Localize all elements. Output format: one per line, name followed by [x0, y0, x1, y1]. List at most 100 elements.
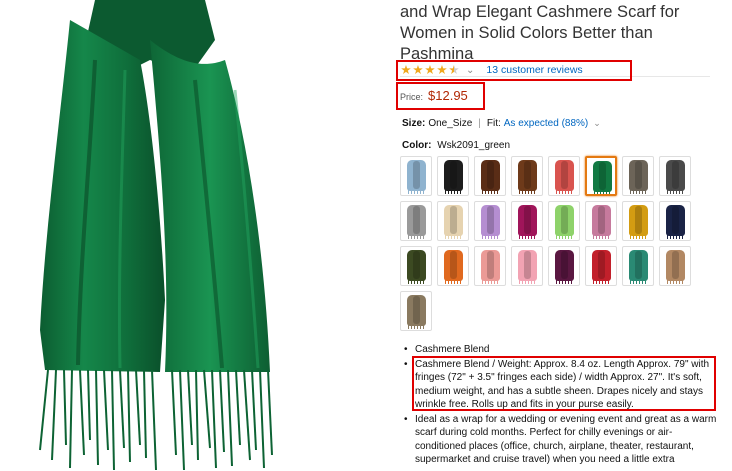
color-swatch[interactable]	[659, 246, 691, 286]
feature-bullet: • Ideal as a wrap for a wedding or evenin…	[402, 413, 722, 467]
swatch-fold	[598, 251, 605, 279]
swatch-fringe	[556, 235, 573, 239]
separator: |	[478, 118, 481, 129]
star-icon: ★	[400, 63, 412, 77]
swatch-fringe	[482, 235, 499, 239]
color-swatch[interactable]	[585, 201, 617, 241]
swatch-fold	[524, 206, 531, 234]
size-label: Size:	[402, 118, 426, 129]
swatch-fringe	[630, 280, 647, 284]
swatch-fringe	[519, 190, 536, 194]
color-row: Color: Wsk2091_green	[402, 140, 510, 151]
color-swatch[interactable]	[400, 246, 432, 286]
swatch-fringe	[593, 280, 610, 284]
swatch-fringe	[482, 190, 499, 194]
swatch-fold	[561, 206, 568, 234]
swatch-fringe	[408, 190, 425, 194]
swatch-fold	[450, 206, 457, 234]
swatch-fold	[450, 251, 457, 279]
swatch-fringe	[519, 280, 536, 284]
swatch-fold	[635, 206, 642, 234]
swatch-fold	[635, 251, 642, 279]
color-swatch[interactable]	[437, 156, 469, 196]
swatch-fringe	[556, 280, 573, 284]
fit-label: Fit:	[486, 118, 501, 129]
chevron-down-icon[interactable]: ⌄	[466, 65, 474, 76]
feature-bullet-text: Cashmere Blend / Weight: Approx. 8.4 oz.…	[415, 358, 710, 411]
swatch-fringe	[445, 190, 462, 194]
swatch-fringe	[445, 235, 462, 239]
color-swatch[interactable]	[511, 201, 543, 241]
color-swatch[interactable]	[622, 156, 654, 196]
swatch-fringe	[445, 280, 462, 284]
chevron-down-icon[interactable]: ⌄	[593, 118, 601, 129]
color-swatch[interactable]	[474, 201, 506, 241]
feature-bullet-text: Ideal as a wrap for a wedding or evening…	[415, 413, 717, 466]
color-swatch[interactable]	[400, 291, 432, 331]
swatch-fold	[487, 251, 494, 279]
feature-bullet: • Cashmere Blend / Weight: Approx. 8.4 oz…	[402, 358, 722, 412]
swatch-fringe	[667, 235, 684, 239]
color-swatch[interactable]	[622, 246, 654, 286]
swatch-fringe	[408, 280, 425, 284]
color-swatch[interactable]	[585, 246, 617, 286]
swatch-fringe	[482, 280, 499, 284]
feature-bullet-text: Cashmere Blend	[415, 344, 490, 355]
swatch-fringe	[408, 235, 425, 239]
color-swatch[interactable]	[400, 156, 432, 196]
star-icon: ★	[424, 63, 436, 77]
customer-reviews-link[interactable]: 13 customer reviews	[486, 64, 582, 76]
color-swatch[interactable]	[548, 156, 580, 196]
feature-bullet: • Cashmere Blend	[402, 343, 722, 357]
swatch-fold	[672, 206, 679, 234]
color-swatch[interactable]	[400, 201, 432, 241]
price-label: Price:	[400, 92, 424, 102]
swatch-fold	[487, 161, 494, 189]
swatch-fringe	[408, 325, 425, 329]
size-value: One_Size	[428, 118, 473, 129]
star-icon: ★	[436, 63, 448, 77]
swatch-fold	[561, 251, 568, 279]
bullet-dot: •	[404, 413, 408, 425]
half-star-icon: ★	[448, 63, 460, 77]
color-swatch[interactable]	[622, 201, 654, 241]
color-value: Wsk2091_green	[437, 140, 511, 151]
size-row: Size: One_Size | Fit: As expected (88%) …	[402, 118, 601, 129]
color-swatch[interactable]	[548, 246, 580, 286]
color-swatch[interactable]	[437, 201, 469, 241]
color-swatch[interactable]	[511, 156, 543, 196]
swatch-fold	[561, 161, 568, 189]
swatch-fold	[413, 296, 420, 324]
fit-link[interactable]: As expected (88%)	[504, 118, 589, 129]
swatch-fold	[413, 206, 420, 234]
swatch-fringe	[630, 235, 647, 239]
color-swatch[interactable]	[511, 246, 543, 286]
swatch-fringe	[556, 190, 573, 194]
color-swatch[interactable]	[437, 246, 469, 286]
product-image[interactable]	[0, 0, 345, 471]
product-title: and Wrap Elegant Cashmere Scarf for Wome…	[400, 3, 680, 63]
color-swatch[interactable]	[659, 156, 691, 196]
swatch-fringe	[667, 190, 684, 194]
color-swatch[interactable]	[474, 156, 506, 196]
swatch-fringe	[667, 280, 684, 284]
price-row: Price: $12.95	[400, 88, 468, 104]
color-swatch[interactable]	[659, 201, 691, 241]
star-icon: ★	[412, 63, 424, 77]
swatch-fringe	[519, 235, 536, 239]
star-rating[interactable]: ★ ★ ★ ★ ★	[400, 63, 460, 77]
color-swatch[interactable]	[548, 201, 580, 241]
color-label: Color:	[402, 140, 432, 151]
swatch-fold	[524, 161, 531, 189]
color-swatch[interactable]	[585, 156, 617, 196]
swatch-fringe	[593, 235, 610, 239]
swatch-fold	[598, 206, 605, 234]
swatch-fold	[450, 161, 457, 189]
swatch-fringe	[594, 191, 611, 194]
product-info-panel: and Wrap Elegant Cashmere Scarf for Wome…	[400, 0, 732, 471]
swatch-fold	[672, 251, 679, 279]
swatch-fold	[413, 251, 420, 279]
swatch-fold	[672, 161, 679, 189]
swatch-fold	[524, 251, 531, 279]
color-swatch[interactable]	[474, 246, 506, 286]
